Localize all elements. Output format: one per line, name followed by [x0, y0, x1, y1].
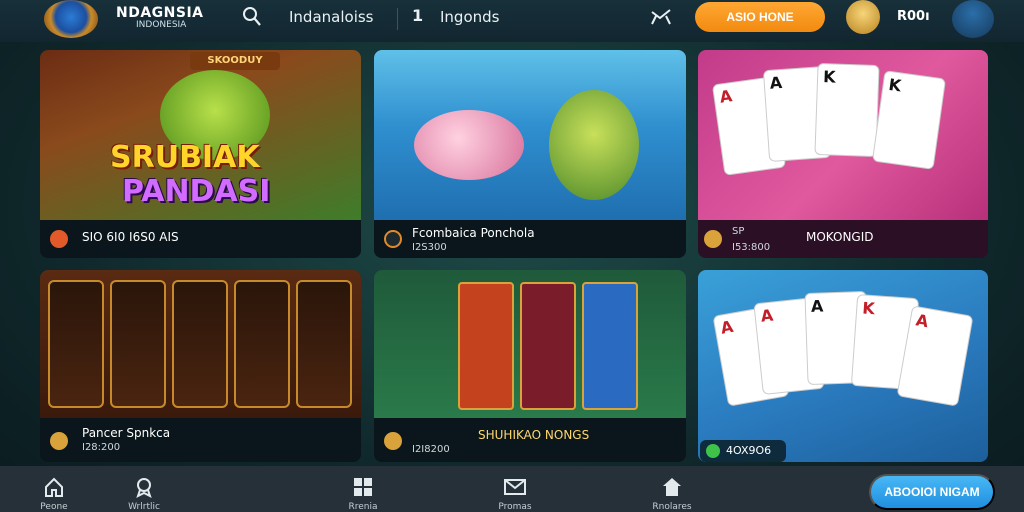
top-bar: NDAGNSIA INDONESIA Indanaloiss 1 Ingonds… [0, 0, 1024, 42]
game-art-5 [374, 270, 686, 418]
game-card-2[interactable]: Fcombaica Ponchola I2S300 [374, 50, 686, 258]
coin-icon [50, 432, 68, 450]
game-subtitle: I53:800 [732, 242, 771, 253]
game-subtitle-label: SP [732, 226, 745, 237]
game-caption-4: Pancer Spnkca I28:200 [40, 418, 361, 462]
bottom-nav-item-trophy[interactable]: Wrlrtlic [112, 466, 176, 512]
game-icon [384, 230, 402, 248]
game-caption-1: SIO 6I0 I6S0 AIS [40, 220, 361, 258]
slot-reel [520, 282, 576, 410]
bottom-nav-label: Wrlrtlic [128, 502, 160, 512]
game-caption-3: SP I53:800 MOKONGID [698, 220, 988, 258]
coin-avatar[interactable] [846, 0, 880, 34]
bottom-nav-item-home[interactable]: Peone [22, 466, 86, 512]
game-title: MOKONGID [806, 230, 874, 244]
grid-icon [354, 478, 372, 496]
cta-bottom-button[interactable]: ABOOIOI NIGAM [869, 474, 995, 510]
nav-link-2[interactable]: Ingonds [440, 8, 499, 26]
game-caption-6: 4OX9O6 [700, 440, 786, 462]
game-card-1[interactable]: SKOODUY SRUBIAK PANDASI SIO 6I0 I6S0 AIS [40, 50, 361, 258]
game-logo-line-1: SRUBIAK [110, 140, 260, 175]
bottom-nav-label: Rrenia [348, 502, 378, 512]
game-subtitle: I28:200 [82, 442, 121, 453]
slot-reel [172, 280, 228, 408]
slot-reel [110, 280, 166, 408]
nav-divider [397, 8, 398, 30]
coin-icon [704, 230, 722, 248]
game-card-5[interactable]: SHUHIKAO NONGS I2I8200 [374, 270, 686, 462]
balance-display: R00ı [897, 9, 930, 24]
game-card-6[interactable]: A A A K A 4OX9O6 [698, 270, 988, 462]
bottom-nav-item-grid[interactable]: Rrenia [331, 466, 395, 512]
logo-title[interactable]: NDAGNSIA [116, 5, 204, 21]
user-avatar[interactable] [952, 0, 994, 38]
playing-card: K [871, 70, 947, 170]
game-art-6: A A A K A [698, 270, 988, 462]
game-title: SIO 6I0 I6S0 AIS [82, 230, 179, 244]
slot-reel [582, 282, 638, 410]
game-caption-5: SHUHIKAO NONGS I2I8200 [374, 418, 686, 462]
playing-card: K [814, 62, 880, 158]
nav-icon-2[interactable]: 1 [412, 6, 423, 25]
fish-icon [549, 90, 639, 200]
game-title: SHUHIKAO NONGS [478, 428, 590, 442]
logo-subtitle: INDONESIA [136, 20, 187, 30]
bottom-nav-label: Rnolares [652, 502, 692, 512]
nav-link-1[interactable]: Indanaloiss [289, 8, 374, 26]
fish-icon [414, 110, 524, 180]
bottom-nav-label: Promas [498, 502, 532, 512]
game-title: Pancer Spnkca [82, 426, 171, 440]
game-art-3: A A K K [698, 50, 988, 220]
search-icon[interactable] [242, 6, 262, 28]
game-art-1: SKOODUY SRUBIAK PANDASI [40, 50, 361, 220]
slot-reel [48, 280, 104, 408]
home-icon [45, 477, 63, 497]
cta-top-button[interactable]: ASIO HONE [695, 2, 825, 32]
game-card-3[interactable]: A A K K SP I53:800 MOKONGID [698, 50, 988, 258]
game-icon [50, 230, 68, 248]
game-subtitle: I2I8200 [412, 444, 450, 455]
coin-icon [384, 432, 402, 450]
game-caption-2: Fcombaica Ponchola I2S300 [374, 220, 686, 258]
art-sign: SKOODUY [190, 52, 280, 70]
game-art-2 [374, 50, 686, 220]
slot-reel [296, 280, 352, 408]
game-art-4 [40, 270, 361, 418]
game-card-4[interactable]: Pancer Spnkca I28:200 [40, 270, 361, 462]
game-title: 4OX9O6 [726, 444, 772, 457]
house-icon [663, 478, 681, 496]
status-dot-icon [706, 444, 720, 458]
game-title: Fcombaica Ponchola [412, 226, 535, 240]
bottom-nav-item-mail[interactable]: Promas [483, 466, 547, 512]
game-logo-line-2: PANDASI [122, 174, 271, 209]
trophy-icon [136, 478, 152, 498]
bottom-nav-label: Peone [40, 502, 68, 512]
bottom-nav-item-house[interactable]: Rnolares [640, 466, 704, 512]
mail-icon [504, 479, 526, 495]
logo-badge[interactable] [44, 0, 98, 38]
game-subtitle: I2S300 [412, 242, 447, 253]
slot-reel [458, 282, 514, 410]
promo-icon[interactable] [650, 6, 672, 28]
slot-reel [234, 280, 290, 408]
